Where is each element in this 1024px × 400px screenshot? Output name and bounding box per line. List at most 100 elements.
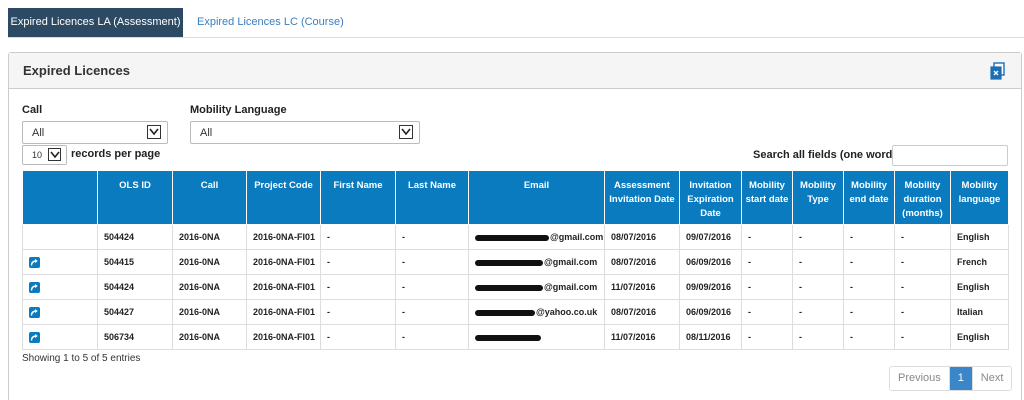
cell-mobility-duration: -: [894, 299, 951, 325]
email-domain: @yahoo.co.uk: [536, 307, 598, 317]
next-page-button[interactable]: Next: [971, 367, 1012, 390]
col-mobility-end[interactable]: Mobility end date: [843, 170, 895, 225]
cell-assessment-date: 08/07/2016: [604, 249, 680, 275]
email-domain: @gmail.com: [544, 282, 598, 292]
cell-project-code: 2016-0NA-FI01: [246, 324, 321, 350]
cell-call: 2016-0NA: [172, 299, 247, 325]
open-record-icon[interactable]: [29, 306, 40, 318]
col-ols-id[interactable]: OLS ID: [97, 170, 173, 225]
cell-mobility-end: -: [843, 299, 895, 325]
cell-mobility-type: -: [792, 324, 844, 350]
cell-project-code: 2016-0NA-FI01: [246, 249, 321, 275]
cell-mobility-end: -: [843, 324, 895, 350]
page-size-suffix: records per page: [71, 148, 161, 160]
cell-email: @gmail.com: [468, 249, 605, 275]
language-select[interactable]: All: [190, 121, 420, 144]
page-1-button[interactable]: 1: [948, 367, 972, 390]
pagination: Previous 1 Next: [889, 366, 1013, 391]
cell-mobility-language: English: [950, 324, 1009, 350]
open-record-icon[interactable]: [29, 331, 40, 343]
cell-last-name: -: [395, 249, 469, 275]
cell-mobility-language: English: [950, 224, 1009, 250]
search-label: Search all fields (one word): [753, 149, 897, 161]
cell-mobility-duration: -: [894, 274, 951, 300]
row-action-cell: [22, 299, 98, 325]
cell-mobility-start: -: [741, 224, 793, 250]
cell-ols-id: 504424: [97, 224, 173, 250]
open-record-icon[interactable]: [29, 256, 40, 268]
cell-mobility-language: Italian: [950, 299, 1009, 325]
cell-email: @gmail.com: [468, 274, 605, 300]
col-first-name[interactable]: First Name: [320, 170, 396, 225]
table-header-row: OLS ID Call Project Code First Name Last…: [22, 170, 1009, 225]
cell-mobility-end: -: [843, 274, 895, 300]
cell-mobility-type: -: [792, 224, 844, 250]
cell-last-name: -: [395, 324, 469, 350]
cell-mobility-language: French: [950, 249, 1009, 275]
row-action-cell: [22, 324, 98, 350]
table-row: 504424 2016-0NA 2016-0NA-FI01- - @gmail.com 1…: [22, 274, 1009, 300]
col-last-name[interactable]: Last Name: [395, 170, 469, 225]
page-size-select[interactable]: 10: [22, 145, 67, 165]
redaction-mark: [475, 284, 543, 291]
language-select-value: All: [200, 127, 213, 139]
col-email[interactable]: Email: [468, 170, 605, 225]
cell-expiration-date: 06/09/2016: [679, 299, 742, 325]
previous-page-button[interactable]: Previous: [890, 367, 949, 390]
cell-mobility-start: -: [741, 249, 793, 275]
cell-project-code: 2016-0NA-FI01: [246, 224, 321, 250]
cell-ols-id: 504415: [97, 249, 173, 275]
col-mobility-start[interactable]: Mobility start date: [741, 170, 793, 225]
call-filter-label: Call: [22, 104, 43, 116]
chevron-down-icon: [399, 125, 413, 139]
page-size-value: 10: [32, 150, 43, 160]
cell-call: 2016-0NA: [172, 224, 247, 250]
cell-mobility-type: -: [792, 299, 844, 325]
cell-last-name: -: [395, 274, 469, 300]
row-action-cell: [22, 274, 98, 300]
cell-project-code: 2016-0NA-FI01: [246, 274, 321, 300]
col-mobility-language[interactable]: Mobility language: [950, 170, 1009, 225]
cell-call: 2016-0NA: [172, 324, 247, 350]
panel-title: Expired Licences: [23, 63, 130, 78]
row-action-cell: [22, 249, 98, 275]
open-record-icon[interactable]: [29, 281, 40, 293]
cell-expiration-date: 09/07/2016: [679, 224, 742, 250]
email-domain: @gmail.com: [550, 232, 604, 242]
cell-email: @yahoo.co.uk: [468, 299, 605, 325]
redaction-mark: [475, 259, 543, 266]
redaction-mark: [475, 334, 541, 341]
tab-expired-lc[interactable]: Expired Licences LC (Course): [187, 8, 354, 37]
call-select[interactable]: All: [22, 121, 168, 144]
col-call[interactable]: Call: [172, 170, 247, 225]
cell-mobility-duration: -: [894, 324, 951, 350]
table-row: 504424 2016-0NA 2016-0NA-FI01- - @gmail.com 0…: [22, 224, 1009, 250]
redaction-mark: [475, 309, 535, 316]
cell-first-name: -: [320, 274, 396, 300]
col-mobility-duration[interactable]: Mobility duration (months): [894, 170, 951, 225]
cell-mobility-end: -: [843, 224, 895, 250]
cell-last-name: -: [395, 299, 469, 325]
cell-first-name: -: [320, 249, 396, 275]
cell-email: @gmail.com: [468, 224, 605, 250]
cell-last-name: -: [395, 224, 469, 250]
col-action: [22, 170, 98, 225]
cell-mobility-start: -: [741, 299, 793, 325]
cell-expiration-date: 06/09/2016: [679, 249, 742, 275]
cell-assessment-date: 11/07/2016: [604, 324, 680, 350]
table-row: 504415 2016-0NA 2016-0NA-FI01- - @gmail.com 0…: [22, 249, 1009, 275]
export-icon[interactable]: [989, 62, 1007, 80]
col-expiration-date[interactable]: Invitation Expiration Date: [679, 170, 742, 225]
tabs-divider: [8, 37, 1024, 38]
col-assessment-date[interactable]: Assessment Invitation Date: [604, 170, 680, 225]
search-input[interactable]: [892, 145, 1008, 166]
tab-bar: Expired Licences LA (Assessment) Expired…: [8, 8, 354, 38]
col-mobility-type[interactable]: Mobility Type: [792, 170, 844, 225]
col-project-code[interactable]: Project Code: [246, 170, 321, 225]
cell-ols-id: 506734: [97, 324, 173, 350]
tab-expired-la[interactable]: Expired Licences LA (Assessment): [8, 8, 183, 37]
cell-email: [468, 324, 605, 350]
chevron-down-icon: [147, 125, 161, 139]
panel-header: Expired Licences: [9, 53, 1021, 89]
cell-first-name: -: [320, 299, 396, 325]
